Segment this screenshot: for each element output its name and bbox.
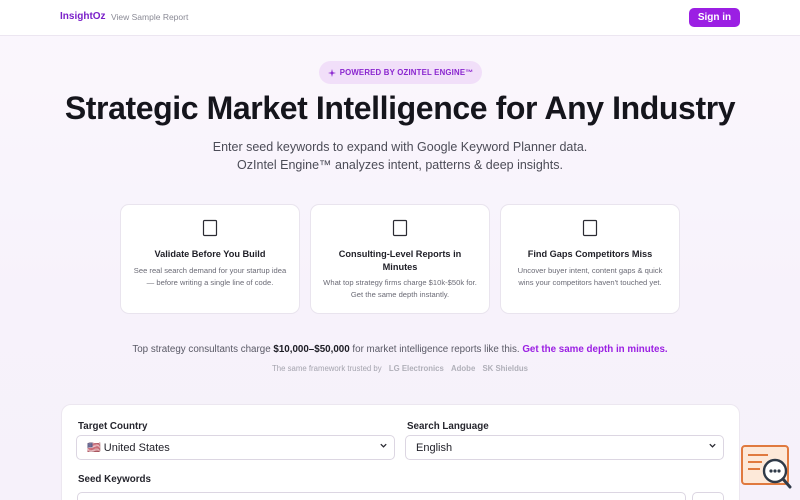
page-subtitle: Enter seed keywords to expand with Googl… [212,140,588,172]
language-label: Search Language [407,421,489,432]
feature-description: See real search demand for your startup … [133,266,287,287]
feature-title: Find Gaps Competitors Miss [527,249,653,259]
country-label: Target Country [78,421,148,432]
feature-title: Consulting-Level Reports in Minutes [338,249,462,272]
feature-description: What top strategy firms charge $10k-$50k… [323,278,477,299]
add-keyword-button[interactable] [692,492,724,500]
chat-search-icon [741,445,792,489]
seed-keywords-label: Seed Keywords [78,474,151,485]
feature-description: Uncover buyer intent, content gaps & qui… [517,266,663,287]
country-select[interactable]: 🇺🇸 United States [76,435,395,460]
pricing-statement: Top strategy consultants charge $10,000–… [0,344,800,355]
feature-card-reports: Consulting-Level Reports in Minutes What… [310,204,490,314]
company-logo: LG Electronics [388,364,444,373]
company-logo: SK Shieldus [482,364,528,373]
signin-button[interactable]: Sign in [689,8,740,27]
chat-support-widget[interactable] [740,444,792,490]
chevron-down-icon [379,441,388,453]
language-select[interactable]: English [405,435,724,460]
top-navbar: InsightOz View Sample Report Sign in [0,0,800,36]
seed-keywords-input[interactable] [77,492,686,500]
powered-by-badge: POWERED BY OZINTEL ENGINE™ [319,61,482,84]
country-value: 🇺🇸 United States [87,442,170,454]
chevron-down-icon [708,441,717,453]
language-value: English [416,441,453,454]
brand-logo[interactable]: InsightOz [60,11,106,22]
badge-text: POWERED BY OZINTEL ENGINE™ [339,68,474,77]
sparkle-icon [327,68,336,77]
view-sample-report-link[interactable]: View Sample Report [111,12,188,22]
company-logo: Adobe [451,364,476,373]
trusted-by-line: The same framework trusted by LG Electro… [0,364,800,373]
pricing-amount: $10,000–$50,000 [273,344,350,355]
pricing-prefix: Top strategy consultants charge [132,344,271,355]
target-icon [121,219,299,242]
page-title: Strategic Market Intelligence for Any In… [64,90,736,126]
pricing-middle: for market intelligence reports like thi… [352,344,520,355]
magnifier-icon [501,219,679,242]
trusted-label: The same framework trusted by [272,364,382,373]
feature-card-validate: Validate Before You Build See real searc… [120,204,300,314]
feature-title: Validate Before You Build [154,249,266,259]
pricing-highlight: Get the same depth in minutes. [522,344,668,355]
report-icon [311,219,489,242]
feature-card-gaps: Find Gaps Competitors Miss Uncover buyer… [500,204,680,314]
